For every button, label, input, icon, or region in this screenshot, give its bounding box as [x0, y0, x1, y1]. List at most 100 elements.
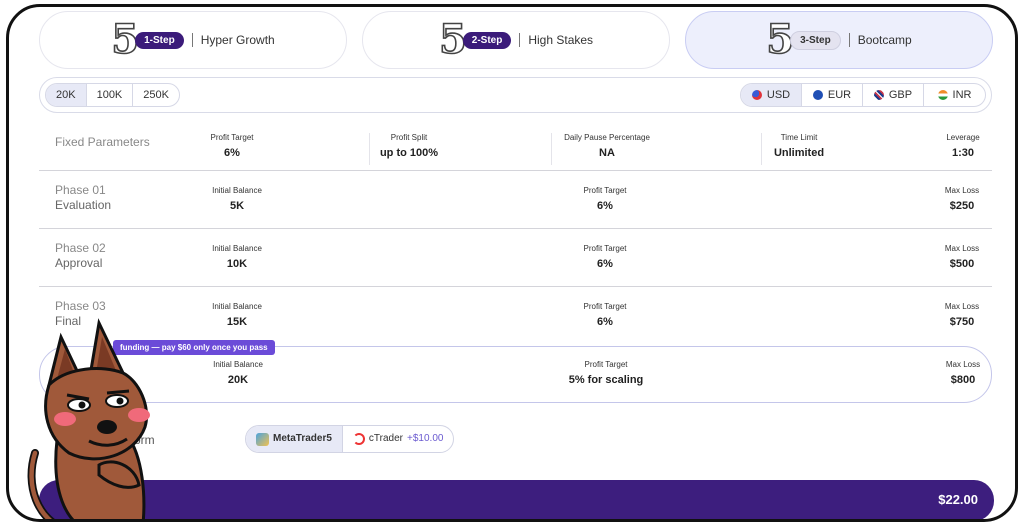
cell-value: 6%: [597, 200, 613, 212]
platform-extra-cost: +$10.00: [407, 433, 444, 444]
platform-option-ctrader[interactable]: cTrader +$10.00: [343, 426, 454, 452]
step-badge: 1-Step: [135, 31, 184, 49]
max-loss: Max Loss $500: [935, 244, 989, 270]
tab-3-step[interactable]: 5 3-Step Bootcamp: [685, 11, 993, 69]
options-bar: 20K 100K 250K USD EUR GBP INR: [39, 77, 992, 113]
cell-value: $800: [950, 374, 976, 386]
divider: [848, 33, 850, 47]
param-value: NA: [599, 147, 615, 159]
cell-label: Max Loss: [944, 186, 980, 195]
tab-1-step[interactable]: 5 1-Step Hyper Growth: [39, 11, 347, 69]
cell-value: 5K: [229, 200, 245, 212]
checkout-button[interactable]: $22.00: [39, 480, 994, 519]
step-label: Hyper Growth: [200, 33, 275, 47]
initial-balance: Initial Balance 10K: [202, 244, 272, 270]
initial-balance: Initial Balance 15K: [202, 302, 272, 328]
param-label: Leverage: [946, 133, 980, 142]
size-option-250k[interactable]: 250K: [133, 84, 179, 106]
cell-label: Max Loss: [944, 302, 980, 311]
phase-title: Phase 03: [55, 299, 106, 313]
step-number: 5: [765, 16, 794, 63]
cell-label: Max Loss: [945, 360, 981, 369]
currency-code: USD: [766, 89, 791, 101]
initial-balance: Initial Balance 5K: [202, 186, 272, 212]
platform-name: cTrader: [368, 433, 404, 444]
uk-flag-icon: [873, 90, 884, 100]
param-value: up to 100%: [379, 147, 439, 159]
ctrader-icon: [352, 433, 365, 445]
cell-label: Initial Balance: [213, 360, 263, 369]
tab-2-step[interactable]: 5 2-Step High Stakes: [362, 11, 670, 69]
cell-label: Initial Balance: [212, 186, 262, 195]
currency-option-inr[interactable]: INR: [924, 84, 985, 106]
currency-code: EUR: [827, 89, 852, 101]
initial-balance: Initial Balance 20K: [203, 360, 273, 386]
phase-subtitle: Evaluation: [55, 198, 112, 212]
param-label: Daily Pause Percentage: [564, 133, 650, 142]
cell-value: 20K: [227, 374, 249, 386]
profit-target: Profit Target 5% for scaling: [556, 360, 656, 386]
phase-row: Phase 03 Final Initial Balance 15K Profi…: [39, 287, 992, 345]
dog-mascot-icon: [27, 318, 150, 519]
phase-subtitle: Approval: [55, 256, 103, 270]
param-leverage: Leverage 1:30: [937, 133, 989, 159]
account-size-selector: 20K 100K 250K: [45, 83, 180, 107]
us-flag-icon: [751, 90, 762, 100]
app-frame: 5 1-Step Hyper Growth 5 2-Step High Stak…: [6, 4, 1018, 522]
cell-label: Profit Target: [583, 244, 627, 253]
param-profit-target: Profit Target 6%: [197, 133, 267, 159]
param-label: Profit Target: [210, 133, 254, 142]
currency-option-usd[interactable]: USD: [741, 84, 802, 106]
cell-label: Profit Target: [584, 360, 628, 369]
total-price: $22.00: [938, 492, 978, 507]
currency-code: INR: [952, 89, 972, 101]
divider: [551, 133, 552, 165]
phase-title: Phase 02: [55, 241, 106, 255]
phase-row: Phase 01 Evaluation Initial Balance 5K P…: [39, 171, 992, 229]
size-option-20k[interactable]: 20K: [46, 84, 87, 106]
param-value: 6%: [224, 147, 240, 159]
param-profit-split: Profit Split up to 100%: [369, 133, 449, 159]
step-badge: 3-Step: [790, 30, 841, 50]
step-label: High Stakes: [528, 33, 594, 47]
param-daily-pause: Daily Pause Percentage NA: [557, 133, 657, 159]
phase-title: Phase 01: [55, 183, 106, 197]
step-badge: 2-Step: [462, 31, 512, 49]
param-time-limit: Time Limit Unlimited: [761, 133, 837, 159]
param-label: Profit Split: [390, 133, 428, 142]
platform-name: MetaTrader5: [273, 433, 332, 444]
step-number: 5: [438, 16, 467, 63]
max-loss: Max Loss $750: [935, 302, 989, 328]
size-option-100k[interactable]: 100K: [87, 84, 134, 106]
cell-label: Max Loss: [944, 244, 980, 253]
cell-label: Profit Target: [583, 186, 627, 195]
platform-selector: MetaTrader5 cTrader +$10.00: [245, 425, 455, 453]
profit-target: Profit Target 6%: [570, 302, 640, 328]
param-label: Time Limit: [780, 133, 818, 142]
currency-code: GBP: [888, 89, 913, 101]
india-flag-icon: [937, 90, 948, 100]
cell-value: $500: [949, 258, 975, 270]
cell-label: Profit Target: [583, 302, 627, 311]
row-title: Fixed Parameters: [55, 135, 150, 149]
currency-selector: USD EUR GBP INR: [740, 83, 986, 107]
cell-value: 15K: [226, 316, 248, 328]
step-tabs: 5 1-Step Hyper Growth 5 2-Step High Stak…: [39, 11, 994, 69]
param-value: 1:30: [951, 147, 975, 159]
divider: [191, 33, 193, 47]
max-loss: Max Loss $800: [936, 360, 990, 386]
step-label: Bootcamp: [857, 33, 912, 47]
cell-value: $750: [949, 316, 975, 328]
step-number: 5: [110, 16, 139, 63]
platform-option-metatrader5[interactable]: MetaTrader5: [246, 426, 343, 452]
currency-option-eur[interactable]: EUR: [802, 84, 863, 106]
cell-label: Initial Balance: [212, 302, 262, 311]
divider: [519, 33, 521, 47]
cell-label: Initial Balance: [212, 244, 262, 253]
cell-value: $250: [949, 200, 975, 212]
cell-value: 6%: [597, 316, 613, 328]
eu-flag-icon: [812, 90, 823, 100]
profit-target: Profit Target 6%: [570, 244, 640, 270]
param-value: Unlimited: [773, 147, 825, 159]
currency-option-gbp[interactable]: GBP: [863, 84, 924, 106]
